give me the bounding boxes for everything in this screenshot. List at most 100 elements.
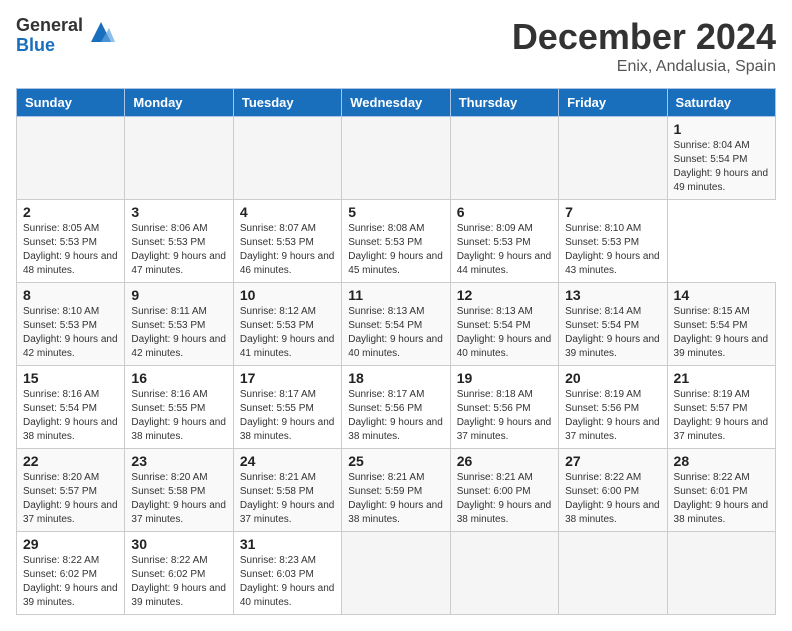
calendar-week-row: 29 Sunrise: 8:22 AMSunset: 6:02 PMDayligh…: [17, 532, 776, 615]
month-title: December 2024: [512, 16, 776, 58]
calendar-week-row: 15 Sunrise: 8:16 AMSunset: 5:54 PMDayligh…: [17, 366, 776, 449]
day-number: 27: [565, 453, 660, 469]
calendar-table: SundayMondayTuesdayWednesdayThursdayFrid…: [16, 88, 776, 615]
empty-cell: [125, 117, 233, 200]
day-cell: 22Sunrise: 8:20 AMSunset: 5:57 PMDayligh…: [17, 449, 125, 532]
calendar-week-row: 2 Sunrise: 8:05 AMSunset: 5:53 PMDaylight…: [17, 200, 776, 283]
day-number: 30: [131, 536, 226, 552]
empty-cell: [17, 117, 125, 200]
day-cell: 1 Sunrise: 8:04 AMSunset: 5:54 PMDaylight…: [667, 117, 775, 200]
empty-cell: [450, 117, 558, 200]
day-number: 23: [131, 453, 226, 469]
day-number: 12: [457, 287, 552, 303]
day-info: Sunrise: 8:20 AMSunset: 5:58 PMDaylight:…: [131, 472, 226, 525]
column-header-tuesday: Tuesday: [233, 89, 341, 117]
column-header-monday: Monday: [125, 89, 233, 117]
day-number: 6: [457, 204, 552, 220]
day-info: Sunrise: 8:23 AMSunset: 6:03 PMDaylight:…: [240, 555, 335, 608]
day-cell: 2 Sunrise: 8:05 AMSunset: 5:53 PMDaylight…: [17, 200, 125, 283]
day-cell: 10Sunrise: 8:12 AMSunset: 5:53 PMDayligh…: [233, 283, 341, 366]
day-cell: 29 Sunrise: 8:22 AMSunset: 6:02 PMDayligh…: [17, 532, 125, 615]
day-cell: 7Sunrise: 8:10 AMSunset: 5:53 PMDaylight…: [559, 200, 667, 283]
day-cell: 26 Sunrise: 8:21 AMSunset: 6:00 PMDayligh…: [450, 449, 558, 532]
day-number: 1: [674, 121, 769, 137]
day-number: 26: [457, 453, 552, 469]
day-cell: 6 Sunrise: 8:09 AMSunset: 5:53 PMDaylight…: [450, 200, 558, 283]
day-number: 13: [565, 287, 660, 303]
day-info: Sunrise: 8:21 AMSunset: 6:00 PMDaylight:…: [457, 472, 552, 525]
day-info: Sunrise: 8:06 AMSunset: 5:53 PMDaylight:…: [131, 223, 226, 276]
day-info: Sunrise: 8:18 AMSunset: 5:56 PMDaylight:…: [457, 389, 552, 442]
day-cell: 20Sunrise: 8:19 AMSunset: 5:56 PMDayligh…: [559, 366, 667, 449]
day-number: 15: [23, 370, 118, 386]
day-number: 28: [674, 453, 769, 469]
day-cell: 9Sunrise: 8:11 AMSunset: 5:53 PMDaylight…: [125, 283, 233, 366]
day-cell: 21 Sunrise: 8:19 AMSunset: 5:57 PMDayligh…: [667, 366, 775, 449]
day-info: Sunrise: 8:13 AMSunset: 5:54 PMDaylight:…: [457, 306, 552, 359]
day-cell: 4Sunrise: 8:07 AMSunset: 5:53 PMDaylight…: [233, 200, 341, 283]
day-number: 24: [240, 453, 335, 469]
day-number: 21: [674, 370, 769, 386]
day-info: Sunrise: 8:17 AMSunset: 5:56 PMDaylight:…: [348, 389, 443, 442]
logo: General Blue: [16, 16, 115, 56]
day-info: Sunrise: 8:12 AMSunset: 5:53 PMDaylight:…: [240, 306, 335, 359]
day-info: Sunrise: 8:16 AMSunset: 5:55 PMDaylight:…: [131, 389, 226, 442]
day-info: Sunrise: 8:10 AMSunset: 5:53 PMDaylight:…: [23, 306, 118, 359]
day-info: Sunrise: 8:21 AMSunset: 5:58 PMDaylight:…: [240, 472, 335, 525]
column-header-wednesday: Wednesday: [342, 89, 450, 117]
day-info: Sunrise: 8:07 AMSunset: 5:53 PMDaylight:…: [240, 223, 335, 276]
day-cell: 17Sunrise: 8:17 AMSunset: 5:55 PMDayligh…: [233, 366, 341, 449]
empty-cell: [233, 117, 341, 200]
day-info: Sunrise: 8:22 AMSunset: 6:00 PMDaylight:…: [565, 472, 660, 525]
day-cell: 19Sunrise: 8:18 AMSunset: 5:56 PMDayligh…: [450, 366, 558, 449]
day-info: Sunrise: 8:09 AMSunset: 5:53 PMDaylight:…: [457, 223, 552, 276]
day-number: 2: [23, 204, 118, 220]
day-number: 29: [23, 536, 118, 552]
logo-icon: [87, 18, 115, 46]
calendar-week-row: 8 Sunrise: 8:10 AMSunset: 5:53 PMDaylight…: [17, 283, 776, 366]
day-number: 25: [348, 453, 443, 469]
day-info: Sunrise: 8:22 AMSunset: 6:02 PMDaylight:…: [23, 555, 118, 608]
day-info: Sunrise: 8:14 AMSunset: 5:54 PMDaylight:…: [565, 306, 660, 359]
day-info: Sunrise: 8:15 AMSunset: 5:54 PMDaylight:…: [674, 306, 769, 359]
column-header-sunday: Sunday: [17, 89, 125, 117]
day-info: Sunrise: 8:21 AMSunset: 5:59 PMDaylight:…: [348, 472, 443, 525]
day-number: 16: [131, 370, 226, 386]
day-cell: 18 Sunrise: 8:17 AMSunset: 5:56 PMDayligh…: [342, 366, 450, 449]
day-number: 17: [240, 370, 335, 386]
day-number: 14: [674, 287, 769, 303]
day-info: Sunrise: 8:11 AMSunset: 5:53 PMDaylight:…: [131, 306, 226, 359]
day-number: 8: [23, 287, 118, 303]
day-cell: 11Sunrise: 8:13 AMSunset: 5:54 PMDayligh…: [342, 283, 450, 366]
day-cell: 13 Sunrise: 8:14 AMSunset: 5:54 PMDayligh…: [559, 283, 667, 366]
day-number: 5: [348, 204, 443, 220]
day-cell: [667, 532, 775, 615]
column-header-saturday: Saturday: [667, 89, 775, 117]
day-cell: [450, 532, 558, 615]
calendar-week-row: 22Sunrise: 8:20 AMSunset: 5:57 PMDayligh…: [17, 449, 776, 532]
day-cell: 14 Sunrise: 8:15 AMSunset: 5:54 PMDayligh…: [667, 283, 775, 366]
location: Enix, Andalusia, Spain: [512, 58, 776, 76]
page-header: General Blue December 2024 Enix, Andalus…: [16, 16, 776, 76]
calendar-header-row: SundayMondayTuesdayWednesdayThursdayFrid…: [17, 89, 776, 117]
day-info: Sunrise: 8:10 AMSunset: 5:53 PMDaylight:…: [565, 223, 660, 276]
day-cell: 8 Sunrise: 8:10 AMSunset: 5:53 PMDaylight…: [17, 283, 125, 366]
day-info: Sunrise: 8:19 AMSunset: 5:57 PMDaylight:…: [674, 389, 769, 442]
calendar-week-row: 1 Sunrise: 8:04 AMSunset: 5:54 PMDaylight…: [17, 117, 776, 200]
day-cell: 5Sunrise: 8:08 AMSunset: 5:53 PMDaylight…: [342, 200, 450, 283]
day-info: Sunrise: 8:16 AMSunset: 5:54 PMDaylight:…: [23, 389, 118, 442]
day-cell: 15 Sunrise: 8:16 AMSunset: 5:54 PMDayligh…: [17, 366, 125, 449]
logo-blue-text: Blue: [16, 36, 83, 56]
day-number: 20: [565, 370, 660, 386]
day-info: Sunrise: 8:05 AMSunset: 5:53 PMDaylight:…: [23, 223, 118, 276]
title-section: December 2024 Enix, Andalusia, Spain: [512, 16, 776, 76]
day-cell: 24 Sunrise: 8:21 AMSunset: 5:58 PMDayligh…: [233, 449, 341, 532]
day-cell: [342, 532, 450, 615]
day-number: 18: [348, 370, 443, 386]
empty-cell: [559, 117, 667, 200]
logo-general-text: General: [16, 16, 83, 36]
day-cell: 3Sunrise: 8:06 AMSunset: 5:53 PMDaylight…: [125, 200, 233, 283]
day-info: Sunrise: 8:04 AMSunset: 5:54 PMDaylight:…: [674, 140, 769, 193]
day-cell: 16 Sunrise: 8:16 AMSunset: 5:55 PMDayligh…: [125, 366, 233, 449]
day-cell: 31Sunrise: 8:23 AMSunset: 6:03 PMDayligh…: [233, 532, 341, 615]
